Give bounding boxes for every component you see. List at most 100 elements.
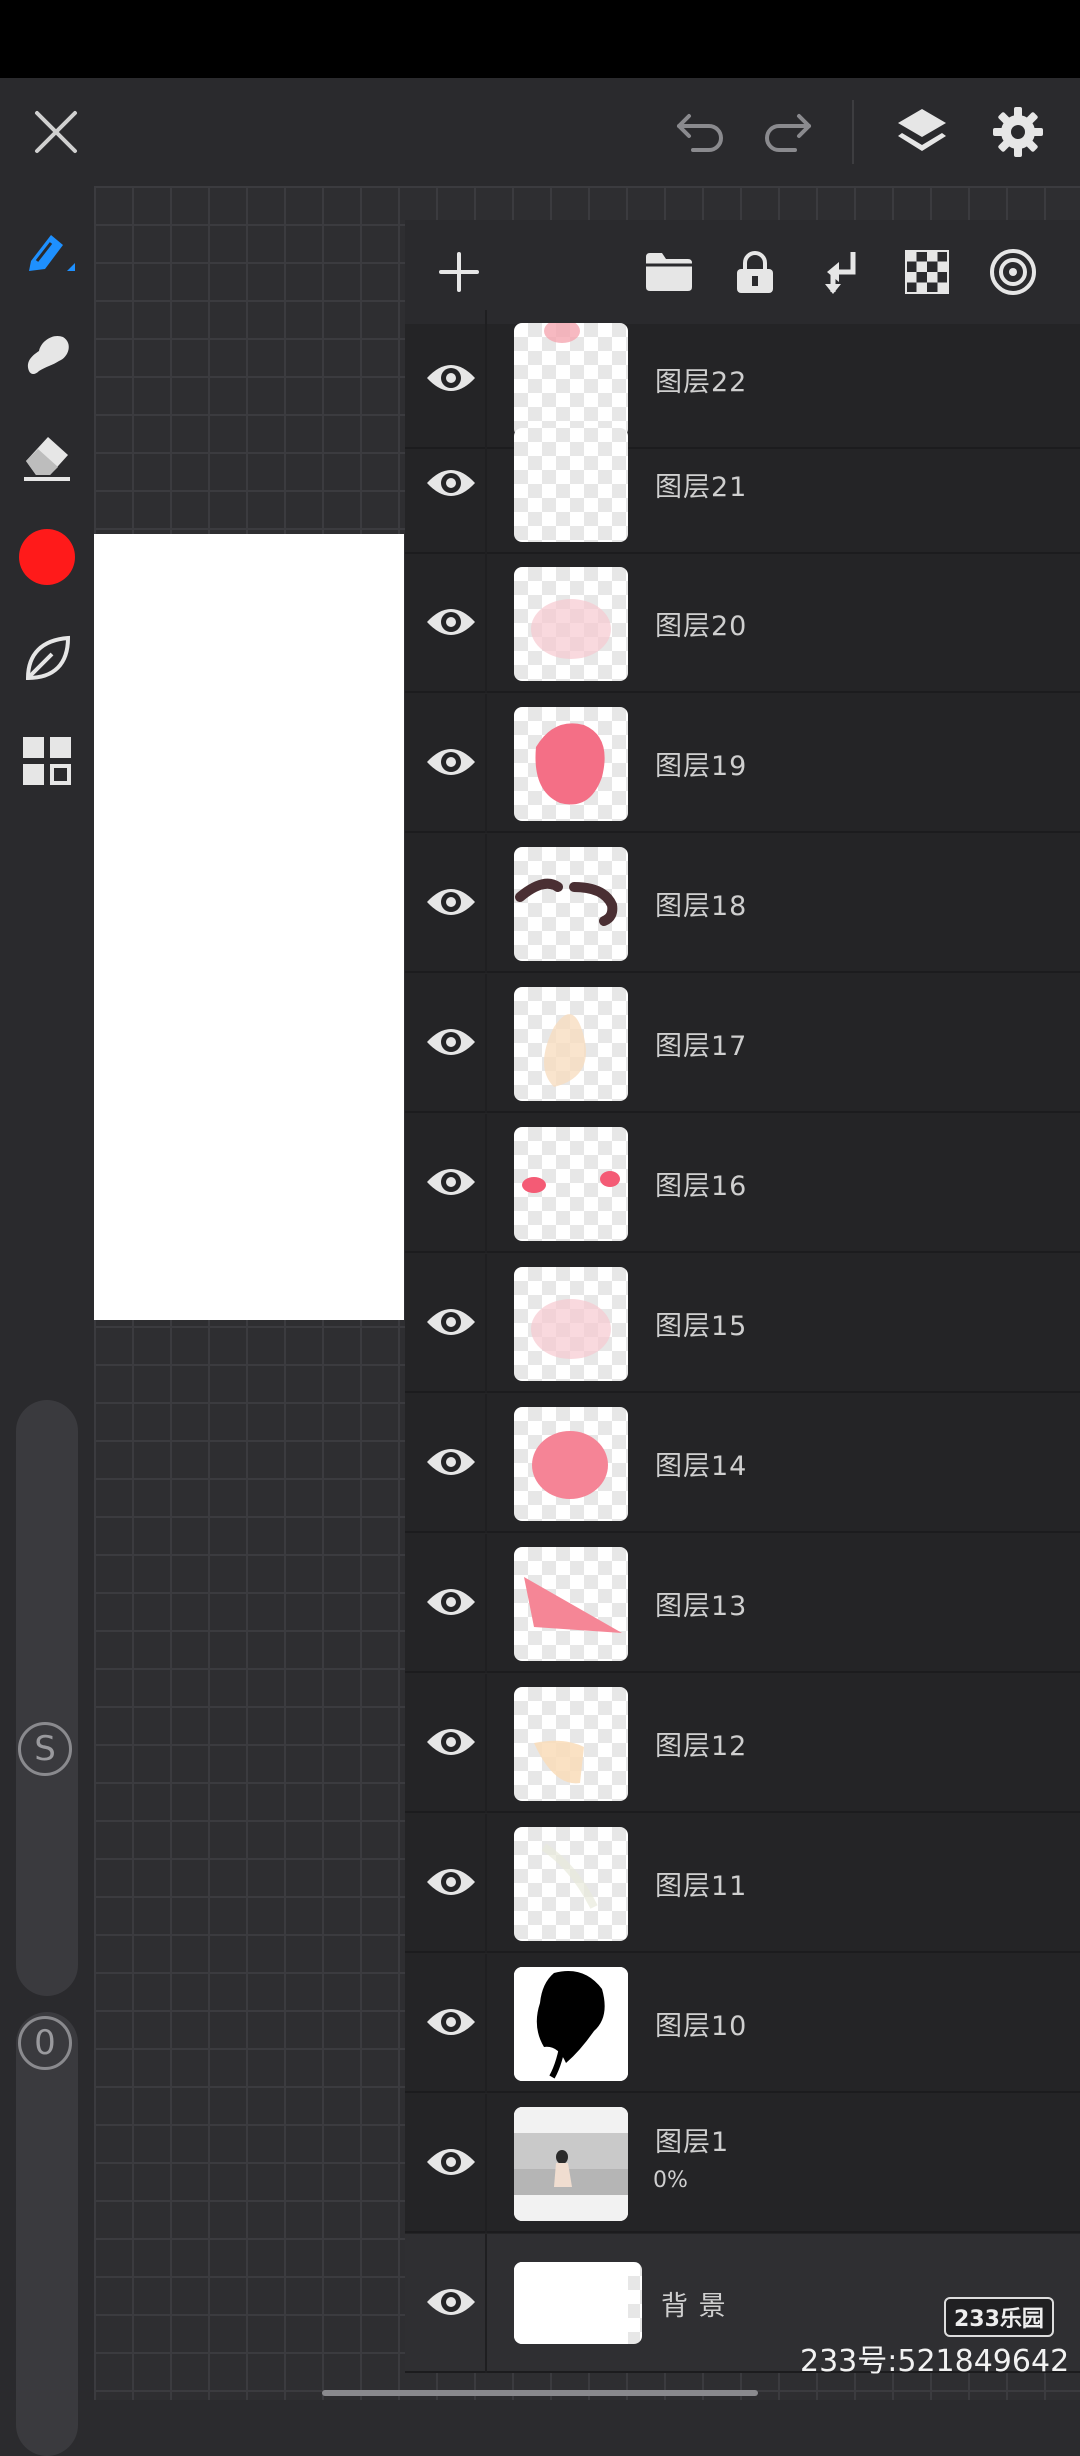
row-divider — [485, 415, 487, 554]
redo-icon[interactable] — [752, 92, 824, 172]
visibility-eye-icon[interactable] — [423, 356, 479, 400]
layer-row[interactable]: 图层19 — [405, 694, 1080, 833]
row-divider — [485, 554, 487, 693]
close-icon[interactable] — [20, 92, 92, 172]
visibility-eye-icon[interactable] — [423, 1440, 479, 1484]
layer-thumbnail[interactable] — [514, 1827, 628, 1941]
grid-panels-icon[interactable] — [0, 716, 94, 806]
leaf-shape-icon[interactable] — [0, 614, 94, 704]
layers-icon[interactable] — [884, 92, 960, 172]
row-divider — [485, 834, 487, 973]
left-toolbar: S 0 — [0, 186, 94, 2456]
layer-name: 图层22 — [655, 367, 748, 398]
brush-size-knob[interactable]: S — [18, 1722, 72, 1776]
brush-opacity-knob[interactable]: 0 — [18, 2016, 72, 2070]
layer-thumbnail[interactable] — [514, 1407, 628, 1521]
watermark-id: 233号:521849642 — [800, 2344, 1070, 2379]
blend-target-icon[interactable] — [977, 220, 1049, 324]
visibility-eye-icon[interactable] — [423, 880, 479, 924]
visibility-eye-icon[interactable] — [423, 1860, 479, 1904]
layer-thumbnail[interactable] — [514, 2262, 642, 2344]
visibility-eye-icon[interactable] — [423, 1160, 479, 1204]
layer-thumbnail[interactable] — [514, 847, 628, 961]
row-divider — [485, 1534, 487, 1673]
visibility-eye-icon[interactable] — [423, 2000, 479, 2044]
layer-thumbnail[interactable] — [514, 707, 628, 821]
transparency-checker-icon[interactable] — [891, 220, 963, 324]
color-swatch[interactable] — [0, 512, 94, 602]
drawing-canvas[interactable] — [94, 534, 404, 1320]
watermark-logo: 233乐园 — [944, 2297, 1054, 2337]
layer-name: 图层14 — [655, 1451, 748, 1482]
layer-row[interactable]: 图层21 — [405, 415, 1080, 554]
row-divider — [485, 1254, 487, 1393]
visibility-eye-icon[interactable] — [423, 2280, 479, 2324]
layer-row[interactable]: 图层18 — [405, 834, 1080, 973]
row-divider — [485, 1674, 487, 1813]
layer-row[interactable]: 图层17 — [405, 974, 1080, 1113]
brush-size-slider[interactable]: S — [16, 1400, 78, 1996]
layer-opacity: 0% — [653, 2168, 688, 2193]
layer-row[interactable]: 图层11 — [405, 1814, 1080, 1953]
layer-thumbnail[interactable] — [514, 2107, 628, 2221]
layer-name: 图层13 — [655, 1591, 748, 1622]
visibility-eye-icon[interactable] — [423, 1720, 479, 1764]
layer-name: 背 景 — [661, 2291, 727, 2322]
layer-thumbnail[interactable] — [514, 1547, 628, 1661]
layer-name: 图层17 — [655, 1031, 748, 1062]
layer-row[interactable]: 图层13 — [405, 1534, 1080, 1673]
brush-opacity-slider[interactable]: 0 — [16, 2012, 78, 2456]
add-icon[interactable] — [423, 220, 495, 324]
visibility-eye-icon[interactable] — [423, 1300, 479, 1344]
row-divider — [485, 1394, 487, 1533]
layer-name: 图层20 — [655, 611, 748, 642]
row-divider — [485, 2234, 487, 2373]
status-bar — [0, 0, 1080, 78]
layer-name: 图层15 — [655, 1311, 748, 1342]
layer-row[interactable]: 图层15 — [405, 1254, 1080, 1393]
layer-row[interactable]: 图层12 — [405, 1674, 1080, 1813]
lock-icon[interactable] — [719, 220, 791, 324]
row-divider — [485, 2094, 487, 2233]
layer-name: 图层19 — [655, 751, 748, 782]
visibility-eye-icon[interactable] — [423, 740, 479, 784]
layer-row[interactable]: 图层1 0% — [405, 2094, 1080, 2233]
row-divider — [485, 1954, 487, 2093]
gear-icon[interactable] — [980, 92, 1056, 172]
visibility-eye-icon[interactable] — [423, 2140, 479, 2184]
layer-thumbnail[interactable] — [514, 987, 628, 1101]
layer-name: 图层1 — [655, 2127, 730, 2158]
visibility-eye-icon[interactable] — [423, 1020, 479, 1064]
row-divider — [485, 1814, 487, 1953]
merge-down-icon[interactable] — [805, 220, 877, 324]
layer-name: 图层21 — [655, 472, 748, 503]
row-divider — [485, 974, 487, 1113]
row-divider — [485, 694, 487, 833]
layer-row[interactable]: 图层10 — [405, 1954, 1080, 2093]
layer-name: 图层10 — [655, 2011, 748, 2042]
layer-thumbnail[interactable] — [514, 1267, 628, 1381]
undo-icon[interactable] — [664, 92, 736, 172]
layer-name: 图层18 — [655, 891, 748, 922]
visibility-eye-icon[interactable] — [423, 1580, 479, 1624]
layer-thumbnail[interactable] — [514, 428, 628, 542]
smudge-icon[interactable] — [0, 308, 94, 398]
layer-thumbnail[interactable] — [514, 567, 628, 681]
layer-name: 图层11 — [655, 1871, 748, 1902]
layer-row[interactable]: 图层16 — [405, 1114, 1080, 1253]
layer-row[interactable]: 图层14 — [405, 1394, 1080, 1533]
layer-thumbnail[interactable] — [514, 1687, 628, 1801]
layers-panel-toolbar — [405, 220, 1080, 324]
row-divider — [485, 1114, 487, 1253]
layer-name: 图层12 — [655, 1731, 748, 1762]
layer-thumbnail[interactable] — [514, 1127, 628, 1241]
layer-name: 图层16 — [655, 1171, 748, 1202]
eraser-icon[interactable] — [0, 410, 94, 500]
visibility-eye-icon[interactable] — [423, 600, 479, 644]
layer-thumbnail[interactable] — [514, 1967, 628, 2081]
folder-icon[interactable] — [633, 220, 705, 324]
visibility-eye-icon[interactable] — [423, 461, 479, 505]
toolbar-divider — [852, 100, 854, 164]
brush-pen-icon[interactable] — [0, 206, 94, 296]
layer-row[interactable]: 图层20 — [405, 554, 1080, 693]
